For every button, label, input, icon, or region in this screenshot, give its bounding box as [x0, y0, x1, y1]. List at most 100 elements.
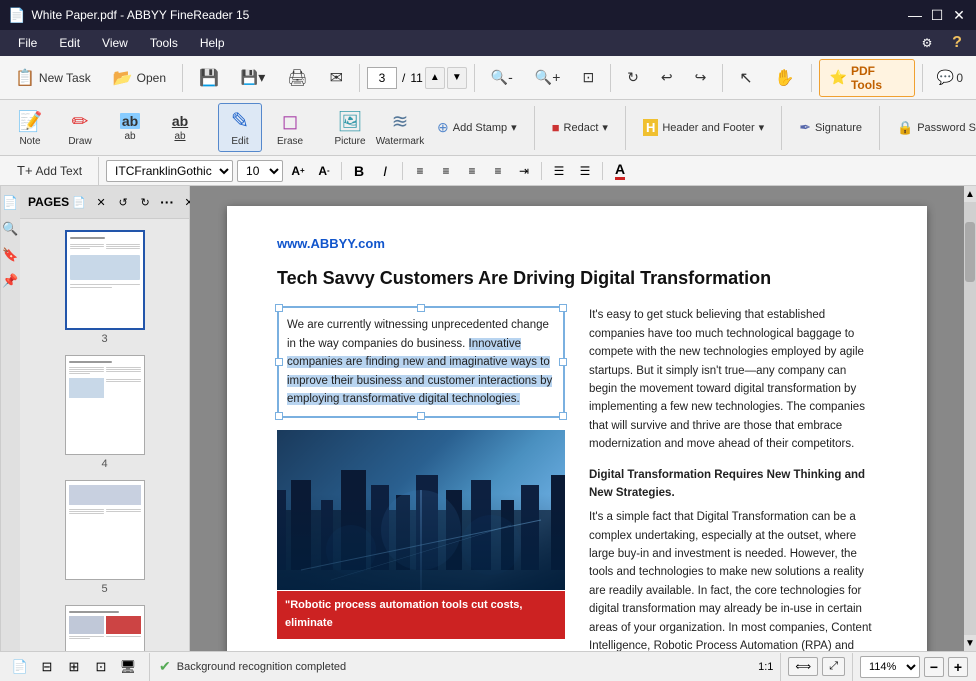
new-page-btn[interactable]: 📄: [8, 655, 32, 679]
hand-tool[interactable]: ✋: [766, 63, 804, 93]
open-button[interactable]: 📂 Open: [104, 63, 175, 93]
header-footer-button[interactable]: H Header and Footer ▾: [634, 114, 773, 141]
bookmark-icon[interactable]: 🔖: [2, 246, 20, 264]
menu-help[interactable]: Help: [190, 33, 235, 53]
add-stamp-button[interactable]: ⊕ Add Stamp ▾: [428, 114, 526, 141]
align-center-button[interactable]: ≡: [435, 160, 457, 182]
handle-top-left[interactable]: [275, 304, 283, 312]
draw-icon: ✏: [72, 109, 89, 134]
scroll-track[interactable]: [964, 202, 976, 635]
signature-button[interactable]: ✒ Signature: [790, 114, 871, 141]
save-button[interactable]: 💾: [190, 63, 228, 93]
page-thumb-5[interactable]: 5: [24, 477, 185, 598]
text-box-selection[interactable]: We are currently witnessing unprecedente…: [277, 306, 565, 418]
annotation-icon[interactable]: 📌: [2, 272, 20, 290]
fit-page-button[interactable]: ⤢: [822, 657, 845, 676]
print-button[interactable]: 🖨: [278, 63, 316, 93]
gear-icon[interactable]: ⚙: [916, 32, 938, 54]
add-text-button[interactable]: T+ Add Text: [8, 160, 91, 181]
font-family-select[interactable]: ITCFranklinGothic: [106, 160, 233, 182]
note-tool[interactable]: 📝 Note: [8, 104, 52, 152]
pages-icon[interactable]: 📄: [2, 194, 20, 212]
handle-mid-right[interactable]: [559, 358, 567, 366]
rotate-cw-button[interactable]: ↻: [618, 64, 648, 91]
edit-tool[interactable]: ✎ Edit: [218, 103, 262, 152]
font-size-select[interactable]: 10: [237, 160, 283, 182]
decrease-font-button[interactable]: A-: [313, 160, 335, 182]
menu-view[interactable]: View: [92, 33, 138, 53]
text-color-icon: A: [615, 161, 625, 180]
page-thumb-3[interactable]: 3: [24, 227, 185, 348]
zoom-out-button[interactable]: 🔍-: [482, 64, 522, 91]
zoom-in-btn[interactable]: +: [948, 657, 968, 677]
handle-top-right[interactable]: [559, 304, 567, 312]
menu-tools[interactable]: Tools: [140, 33, 188, 53]
zoom-level-select[interactable]: 114%: [860, 656, 920, 678]
align-left-button[interactable]: ≡: [409, 160, 431, 182]
maximize-button[interactable]: ☐: [928, 6, 946, 24]
email-button[interactable]: ✉: [321, 63, 352, 93]
redo-button[interactable]: ↪: [686, 64, 716, 91]
handle-bottom-left[interactable]: [275, 412, 283, 420]
sidebar-delete-icon[interactable]: ✕: [91, 192, 111, 212]
redact-button[interactable]: ■ Redact ▾: [543, 115, 617, 140]
highlight-tool2[interactable]: ab ab: [158, 108, 202, 147]
zoom-fit-button[interactable]: ⊡: [573, 64, 603, 91]
merge-btn[interactable]: ⊡: [89, 655, 113, 679]
numbered-list-button[interactable]: ☰: [574, 160, 596, 182]
draw-tool[interactable]: ✏ Draw: [58, 104, 102, 152]
handle-bottom-mid[interactable]: [417, 412, 425, 420]
watermark-tool[interactable]: ≋ Watermark: [378, 104, 422, 152]
minimize-button[interactable]: —: [906, 6, 924, 24]
highlight-tool1[interactable]: ab ab: [108, 108, 152, 147]
vertical-scrollbar[interactable]: ▲ ▼: [964, 186, 976, 651]
erase-tool[interactable]: ◻ Erase: [268, 104, 312, 152]
picture-tool[interactable]: 🖼 Picture: [328, 104, 372, 152]
sidebar-rotate-right-icon[interactable]: ↻: [135, 192, 155, 212]
italic-button[interactable]: I: [374, 160, 396, 182]
bold-button[interactable]: B: [348, 160, 370, 182]
help-icon[interactable]: ?: [946, 32, 968, 54]
close-button[interactable]: ✕: [950, 6, 968, 24]
sidebar-rotate-left-icon[interactable]: ↺: [113, 192, 133, 212]
pdf-tools-button[interactable]: ⭐ PDF Tools: [819, 59, 915, 97]
stamp-dropdown-icon: ▾: [511, 121, 517, 134]
menu-edit[interactable]: Edit: [49, 33, 90, 53]
scroll-down-arrow[interactable]: ▼: [964, 635, 976, 651]
page-thumb-6[interactable]: 6: [24, 602, 185, 651]
app-icon: 📄: [8, 7, 25, 24]
zoom-in-button[interactable]: 🔍+: [526, 64, 570, 91]
handle-bottom-right[interactable]: [559, 412, 567, 420]
page-next-button[interactable]: ▼: [447, 67, 467, 89]
new-task-button[interactable]: 📋 New Task: [6, 63, 100, 93]
scroll-up-arrow[interactable]: ▲: [964, 186, 976, 202]
page-thumb-4[interactable]: 4: [24, 352, 185, 473]
page-prev-button[interactable]: ▲: [425, 67, 445, 89]
page-input[interactable]: [367, 67, 397, 89]
handle-mid-left[interactable]: [275, 358, 283, 366]
zoom-out-btn[interactable]: −: [924, 657, 944, 677]
sidebar-new-icon[interactable]: 📄: [69, 192, 89, 212]
split-h-btn[interactable]: ⊟: [35, 655, 59, 679]
indent-button[interactable]: ⇥: [513, 160, 535, 182]
monitor-btn[interactable]: 🖥: [116, 655, 140, 679]
cursor-tool[interactable]: ↖: [730, 63, 761, 93]
text-color-button[interactable]: A: [609, 160, 631, 182]
save-dropdown-button[interactable]: 💾▾: [232, 64, 274, 91]
sidebar-more-icon[interactable]: ···: [157, 192, 177, 212]
align-justify-button[interactable]: ≡: [487, 160, 509, 182]
search-icon[interactable]: 🔍: [2, 220, 20, 238]
comments-button[interactable]: 💬 0: [930, 64, 970, 91]
scroll-thumb[interactable]: [965, 222, 975, 282]
bullet-list-button[interactable]: ☰: [548, 160, 570, 182]
handle-top-mid[interactable]: [417, 304, 425, 312]
document-view[interactable]: www.ABBYY.com Tech Savvy Customers Are D…: [190, 186, 964, 651]
fit-width-button[interactable]: ⟺: [788, 657, 818, 676]
menu-file[interactable]: File: [8, 33, 47, 53]
password-security-button[interactable]: 🔒 Password Security: [888, 115, 976, 141]
undo-button[interactable]: ↩: [652, 64, 682, 91]
right-column: It's easy to get stuck believing that es…: [589, 306, 877, 651]
increase-font-button[interactable]: A+: [287, 160, 309, 182]
split-v-btn[interactable]: ⊞: [62, 655, 86, 679]
align-right-button[interactable]: ≡: [461, 160, 483, 182]
